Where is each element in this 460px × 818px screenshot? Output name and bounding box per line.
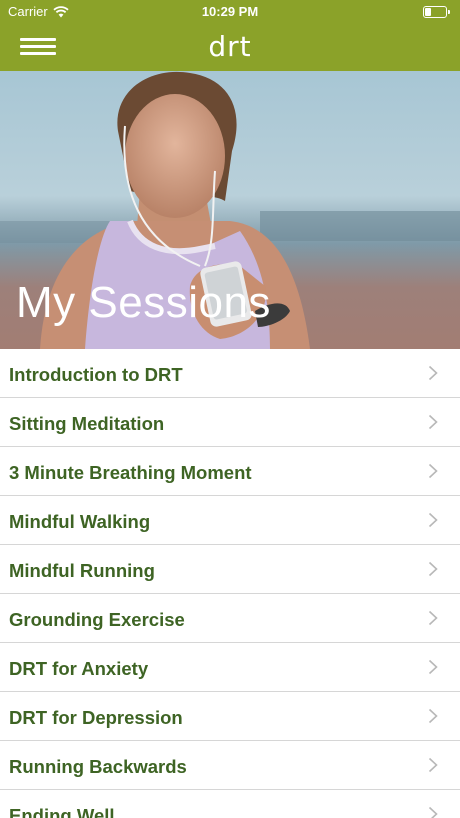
session-item[interactable]: DRT for Depression [0,692,460,741]
session-label: Sitting Meditation [9,413,165,434]
navigation-bar: drt [0,24,460,71]
session-item[interactable]: Grounding Exercise [0,594,460,643]
battery-level [425,8,431,16]
chevron-right-icon [428,463,438,479]
session-list: Introduction to DRT Sitting Meditation 3… [0,349,460,818]
session-item[interactable]: Ending Well [0,790,460,818]
brand-logo: drt [208,30,252,63]
chevron-right-icon [428,757,438,773]
session-item[interactable]: 3 Minute Breathing Moment [0,447,460,496]
session-item[interactable]: DRT for Anxiety [0,643,460,692]
session-item[interactable]: Running Backwards [0,741,460,790]
session-label: Ending Well [9,805,115,818]
session-label: DRT for Anxiety [9,658,149,679]
session-item[interactable]: Sitting Meditation [0,398,460,447]
status-bar: Carrier 10:29 PM [0,0,460,24]
chevron-right-icon [428,561,438,577]
chevron-right-icon [428,512,438,528]
session-label: DRT for Depression [9,707,183,728]
battery-icon [423,6,450,18]
session-label: Mindful Walking [9,511,151,532]
session-item[interactable]: Mindful Walking [0,496,460,545]
session-item[interactable]: Mindful Running [0,545,460,594]
chevron-right-icon [428,806,438,818]
hero-banner: My Sessions [0,71,460,349]
chevron-right-icon [428,659,438,675]
chevron-right-icon [428,610,438,626]
status-time: 10:29 PM [201,4,259,19]
chevron-right-icon [428,365,438,381]
session-label: 3 Minute Breathing Moment [9,462,252,483]
session-label: Grounding Exercise [9,609,185,630]
page-title: My Sessions [16,278,271,327]
session-label: Introduction to DRT [9,364,183,385]
chevron-right-icon [428,414,438,430]
session-label: Mindful Running [9,560,155,581]
app-header: Carrier 10:29 PM drt [0,0,460,71]
session-item[interactable]: Introduction to DRT [0,349,460,398]
session-label: Running Backwards [9,756,187,777]
chevron-right-icon [428,708,438,724]
